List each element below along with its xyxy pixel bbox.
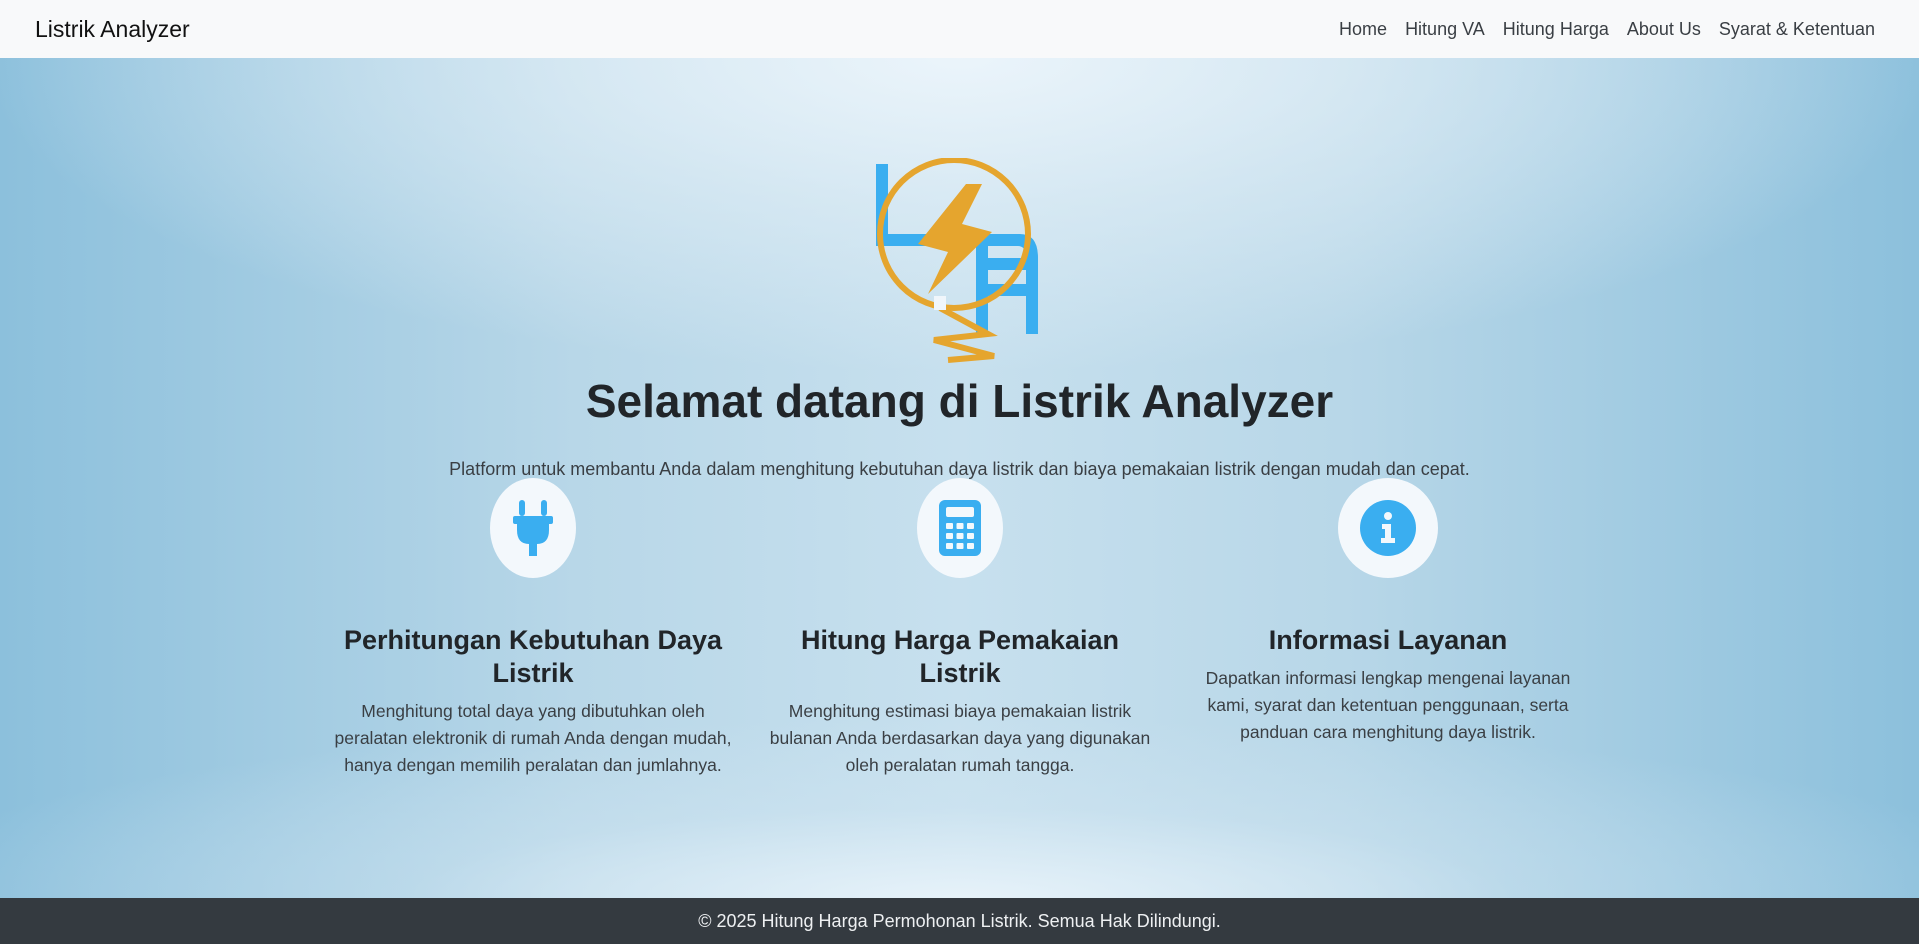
nav-hitung-va[interactable]: Hitung VA <box>1396 19 1494 40</box>
navbar: Listrik Analyzer Home Hitung VA Hitung H… <box>0 0 1919 58</box>
nav-links: Home Hitung VA Hitung Harga About Us Sya… <box>1330 19 1875 40</box>
feature-icon-circle <box>917 478 1003 578</box>
feature-title: Hitung Harga Pemakaian Listrik <box>800 625 1120 688</box>
page-subtitle: Platform untuk membantu Anda dalam mengh… <box>449 459 1470 479</box>
page-title: Selamat datang di Listrik Analyzer <box>585 375 1334 427</box>
listrik-analyzer-logo <box>876 158 1038 363</box>
nav-about-us[interactable]: About Us <box>1618 19 1710 40</box>
nav-syarat-ketentuan[interactable]: Syarat & Ketentuan <box>1710 19 1875 40</box>
info-icon <box>1360 500 1416 556</box>
calculator-icon <box>939 500 981 556</box>
feature-description: Menghitung estimasi biaya pemakaian list… <box>769 701 1151 775</box>
plug-icon <box>513 500 553 556</box>
feature-title: Perhitungan Kebutuhan Daya Listrik <box>343 625 723 688</box>
brand-link[interactable]: Listrik Analyzer <box>35 16 190 43</box>
feature-icon-circle <box>1338 478 1438 578</box>
feature-card-informasi: Informasi Layanan Dapatkan informasi len… <box>1188 478 1588 746</box>
footer: © 2025 Hitung Harga Permohonan Listrik. … <box>0 898 1919 944</box>
footer-copyright: © 2025 Hitung Harga Permohonan Listrik. … <box>698 910 1221 931</box>
nav-hitung-harga[interactable]: Hitung Harga <box>1494 19 1618 40</box>
feature-card-harga: Hitung Harga Pemakaian Listrik Menghitun… <box>760 478 1160 779</box>
feature-description: Dapatkan informasi lengkap mengenai laya… <box>1205 668 1571 742</box>
feature-title: Informasi Layanan <box>1268 625 1508 655</box>
nav-home[interactable]: Home <box>1330 19 1396 40</box>
feature-description: Menghitung total daya yang dibutuhkan ol… <box>334 701 732 775</box>
feature-icon-circle <box>490 478 576 578</box>
feature-card-daya: Perhitungan Kebutuhan Daya Listrik Mengh… <box>333 478 733 779</box>
